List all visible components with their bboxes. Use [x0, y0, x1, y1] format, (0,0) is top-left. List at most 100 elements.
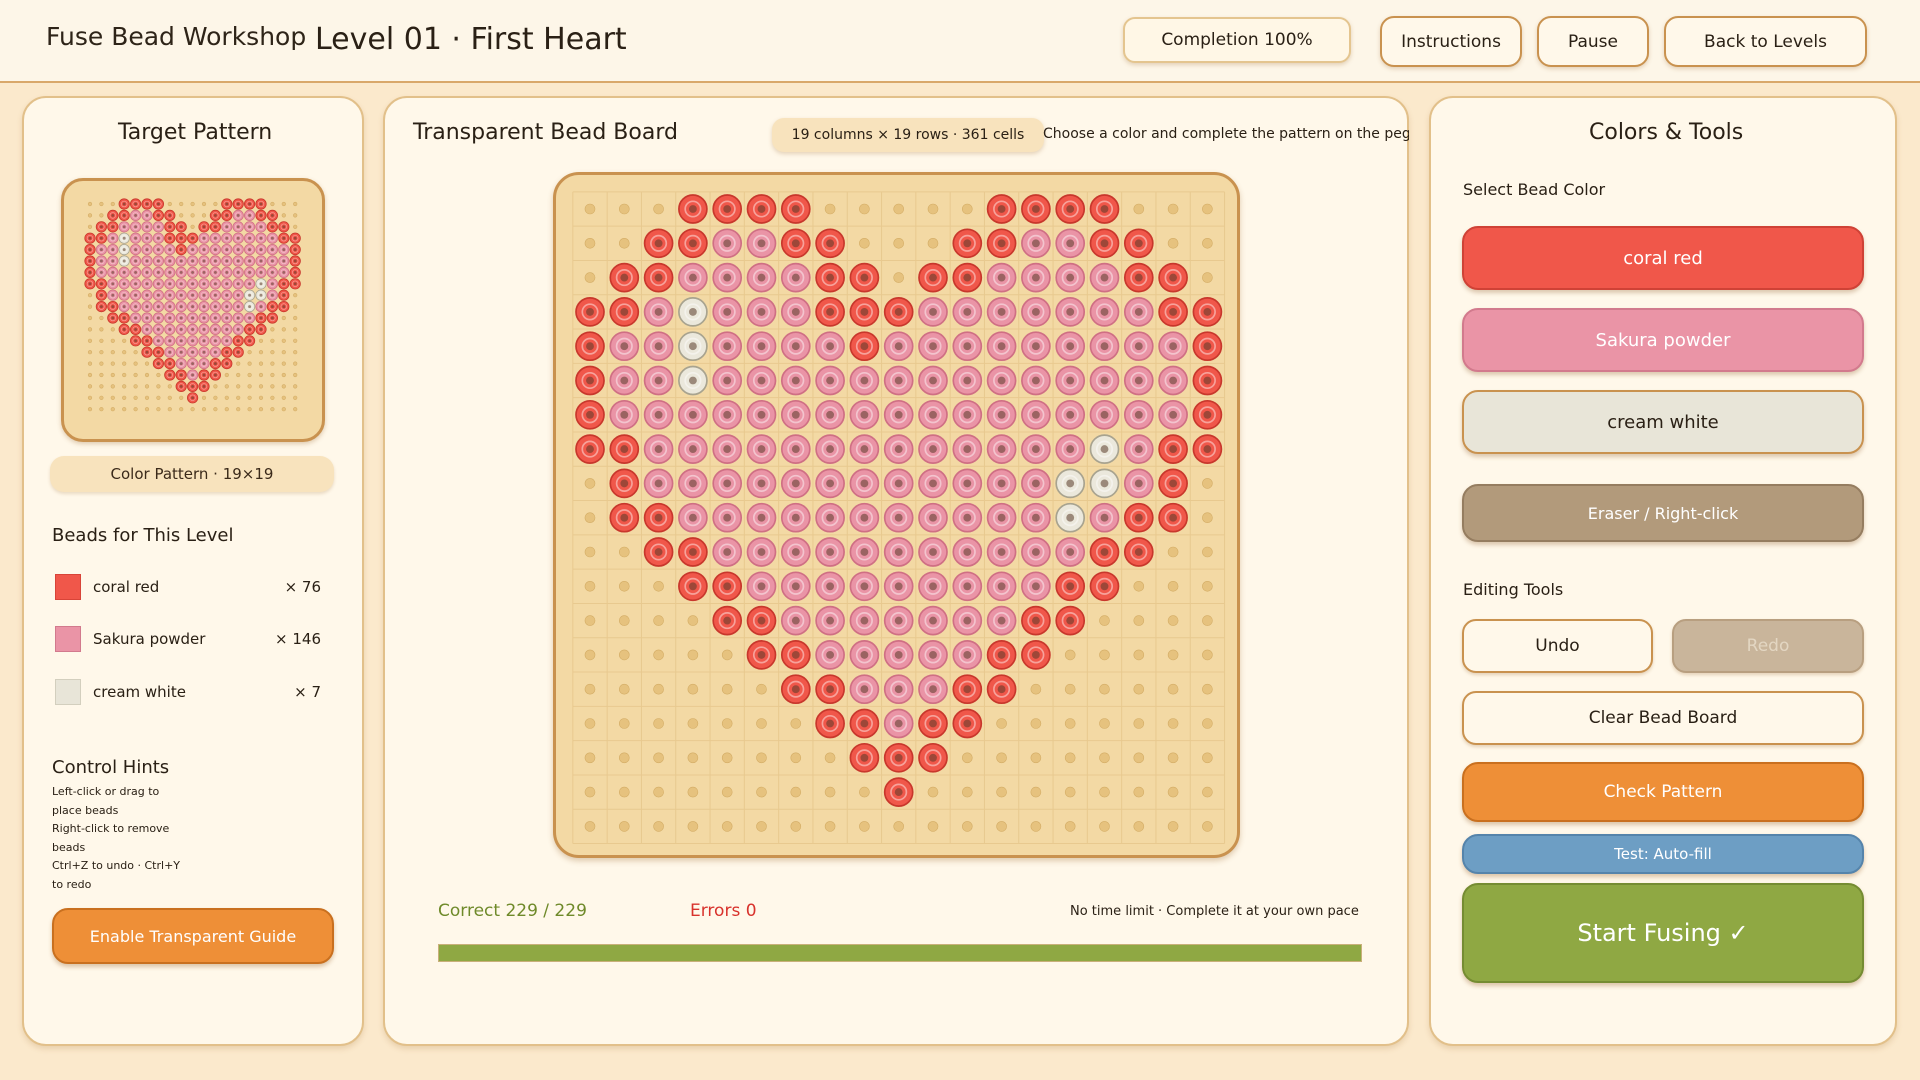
bead[interactable] [746, 331, 777, 362]
empty-peg[interactable] [1202, 238, 1213, 249]
bead[interactable] [232, 221, 244, 233]
bead[interactable] [952, 502, 983, 533]
bead[interactable] [232, 232, 244, 244]
bead[interactable] [883, 742, 914, 773]
empty-peg[interactable] [893, 238, 905, 249]
bead[interactable] [289, 278, 301, 290]
empty-peg[interactable] [756, 821, 767, 832]
empty-peg[interactable] [293, 407, 298, 412]
empty-peg[interactable] [824, 203, 836, 215]
bead[interactable] [575, 297, 605, 327]
empty-peg[interactable] [144, 384, 150, 389]
bead[interactable] [141, 312, 153, 324]
bead[interactable] [952, 434, 983, 464]
empty-peg[interactable] [87, 201, 93, 207]
empty-peg[interactable] [258, 361, 264, 366]
bead[interactable] [209, 358, 221, 370]
empty-peg[interactable] [122, 361, 127, 366]
bead[interactable] [244, 221, 256, 233]
bead[interactable] [712, 502, 743, 533]
bead[interactable] [678, 297, 708, 327]
bead[interactable] [678, 434, 708, 464]
bead[interactable] [164, 221, 176, 233]
bead[interactable] [152, 198, 165, 210]
empty-peg[interactable] [247, 384, 252, 389]
empty-peg[interactable] [236, 395, 241, 400]
bead[interactable] [209, 278, 221, 290]
bead[interactable] [118, 243, 130, 256]
bead[interactable] [1158, 331, 1188, 362]
bead[interactable] [1089, 537, 1120, 567]
empty-peg[interactable] [961, 752, 973, 764]
bead[interactable] [849, 640, 880, 670]
empty-peg[interactable] [167, 407, 172, 412]
bead[interactable] [164, 243, 176, 256]
empty-peg[interactable] [653, 649, 664, 661]
empty-peg[interactable] [1064, 752, 1076, 764]
empty-peg[interactable] [1202, 546, 1213, 558]
empty-peg[interactable] [87, 372, 93, 378]
bead[interactable] [815, 468, 845, 499]
bead[interactable] [187, 289, 199, 301]
bead[interactable] [883, 434, 914, 464]
empty-peg[interactable] [927, 238, 939, 249]
bead[interactable] [746, 537, 777, 567]
empty-peg[interactable] [824, 786, 836, 798]
empty-peg[interactable] [996, 752, 1007, 764]
color-button-sakura-powder[interactable]: Sakura powder [1462, 308, 1864, 372]
empty-peg[interactable] [584, 615, 596, 626]
empty-peg[interactable] [167, 395, 172, 400]
bead[interactable] [1055, 262, 1086, 293]
bead[interactable] [130, 221, 142, 233]
bead[interactable] [643, 502, 674, 533]
eraser-button[interactable]: Eraser / Right-click [1462, 484, 1864, 542]
empty-peg[interactable] [144, 372, 150, 378]
empty-peg[interactable] [133, 361, 138, 366]
empty-peg[interactable] [1167, 752, 1179, 764]
bead[interactable] [175, 380, 187, 392]
empty-peg[interactable] [1133, 752, 1145, 764]
bead[interactable] [643, 399, 674, 430]
bead[interactable] [746, 399, 777, 430]
bead[interactable] [232, 266, 244, 279]
empty-peg[interactable] [236, 384, 241, 389]
bead[interactable] [209, 312, 221, 324]
empty-peg[interactable] [790, 752, 802, 764]
bead[interactable] [1021, 331, 1051, 362]
bead[interactable] [164, 266, 176, 279]
empty-peg[interactable] [1202, 649, 1213, 661]
bead[interactable] [232, 301, 244, 313]
empty-peg[interactable] [584, 649, 596, 661]
bead[interactable] [244, 209, 256, 222]
empty-peg[interactable] [824, 821, 836, 832]
bead[interactable] [198, 335, 210, 347]
bead[interactable] [815, 262, 845, 293]
bead[interactable] [1055, 399, 1086, 430]
bead[interactable] [678, 228, 708, 259]
empty-peg[interactable] [122, 350, 127, 355]
bead[interactable] [1055, 605, 1086, 636]
bead[interactable] [746, 297, 777, 327]
bead[interactable] [130, 335, 142, 347]
bead[interactable] [643, 468, 674, 499]
empty-peg[interactable] [859, 238, 870, 249]
bead[interactable] [107, 278, 119, 290]
empty-peg[interactable] [281, 407, 286, 412]
empty-peg[interactable] [281, 338, 286, 343]
empty-peg[interactable] [87, 350, 93, 355]
bead[interactable] [152, 243, 165, 256]
empty-peg[interactable] [270, 327, 275, 332]
bead[interactable] [118, 232, 130, 244]
bead[interactable] [141, 232, 153, 244]
bead[interactable] [780, 331, 811, 362]
bead[interactable] [84, 278, 96, 290]
bead[interactable] [952, 468, 983, 499]
bead[interactable] [815, 708, 845, 739]
bead[interactable] [883, 571, 914, 602]
empty-peg[interactable] [281, 395, 286, 400]
bead[interactable] [255, 301, 267, 313]
bead[interactable] [164, 323, 176, 335]
bead[interactable] [986, 262, 1017, 293]
empty-peg[interactable] [619, 203, 630, 215]
empty-peg[interactable] [1202, 512, 1213, 524]
